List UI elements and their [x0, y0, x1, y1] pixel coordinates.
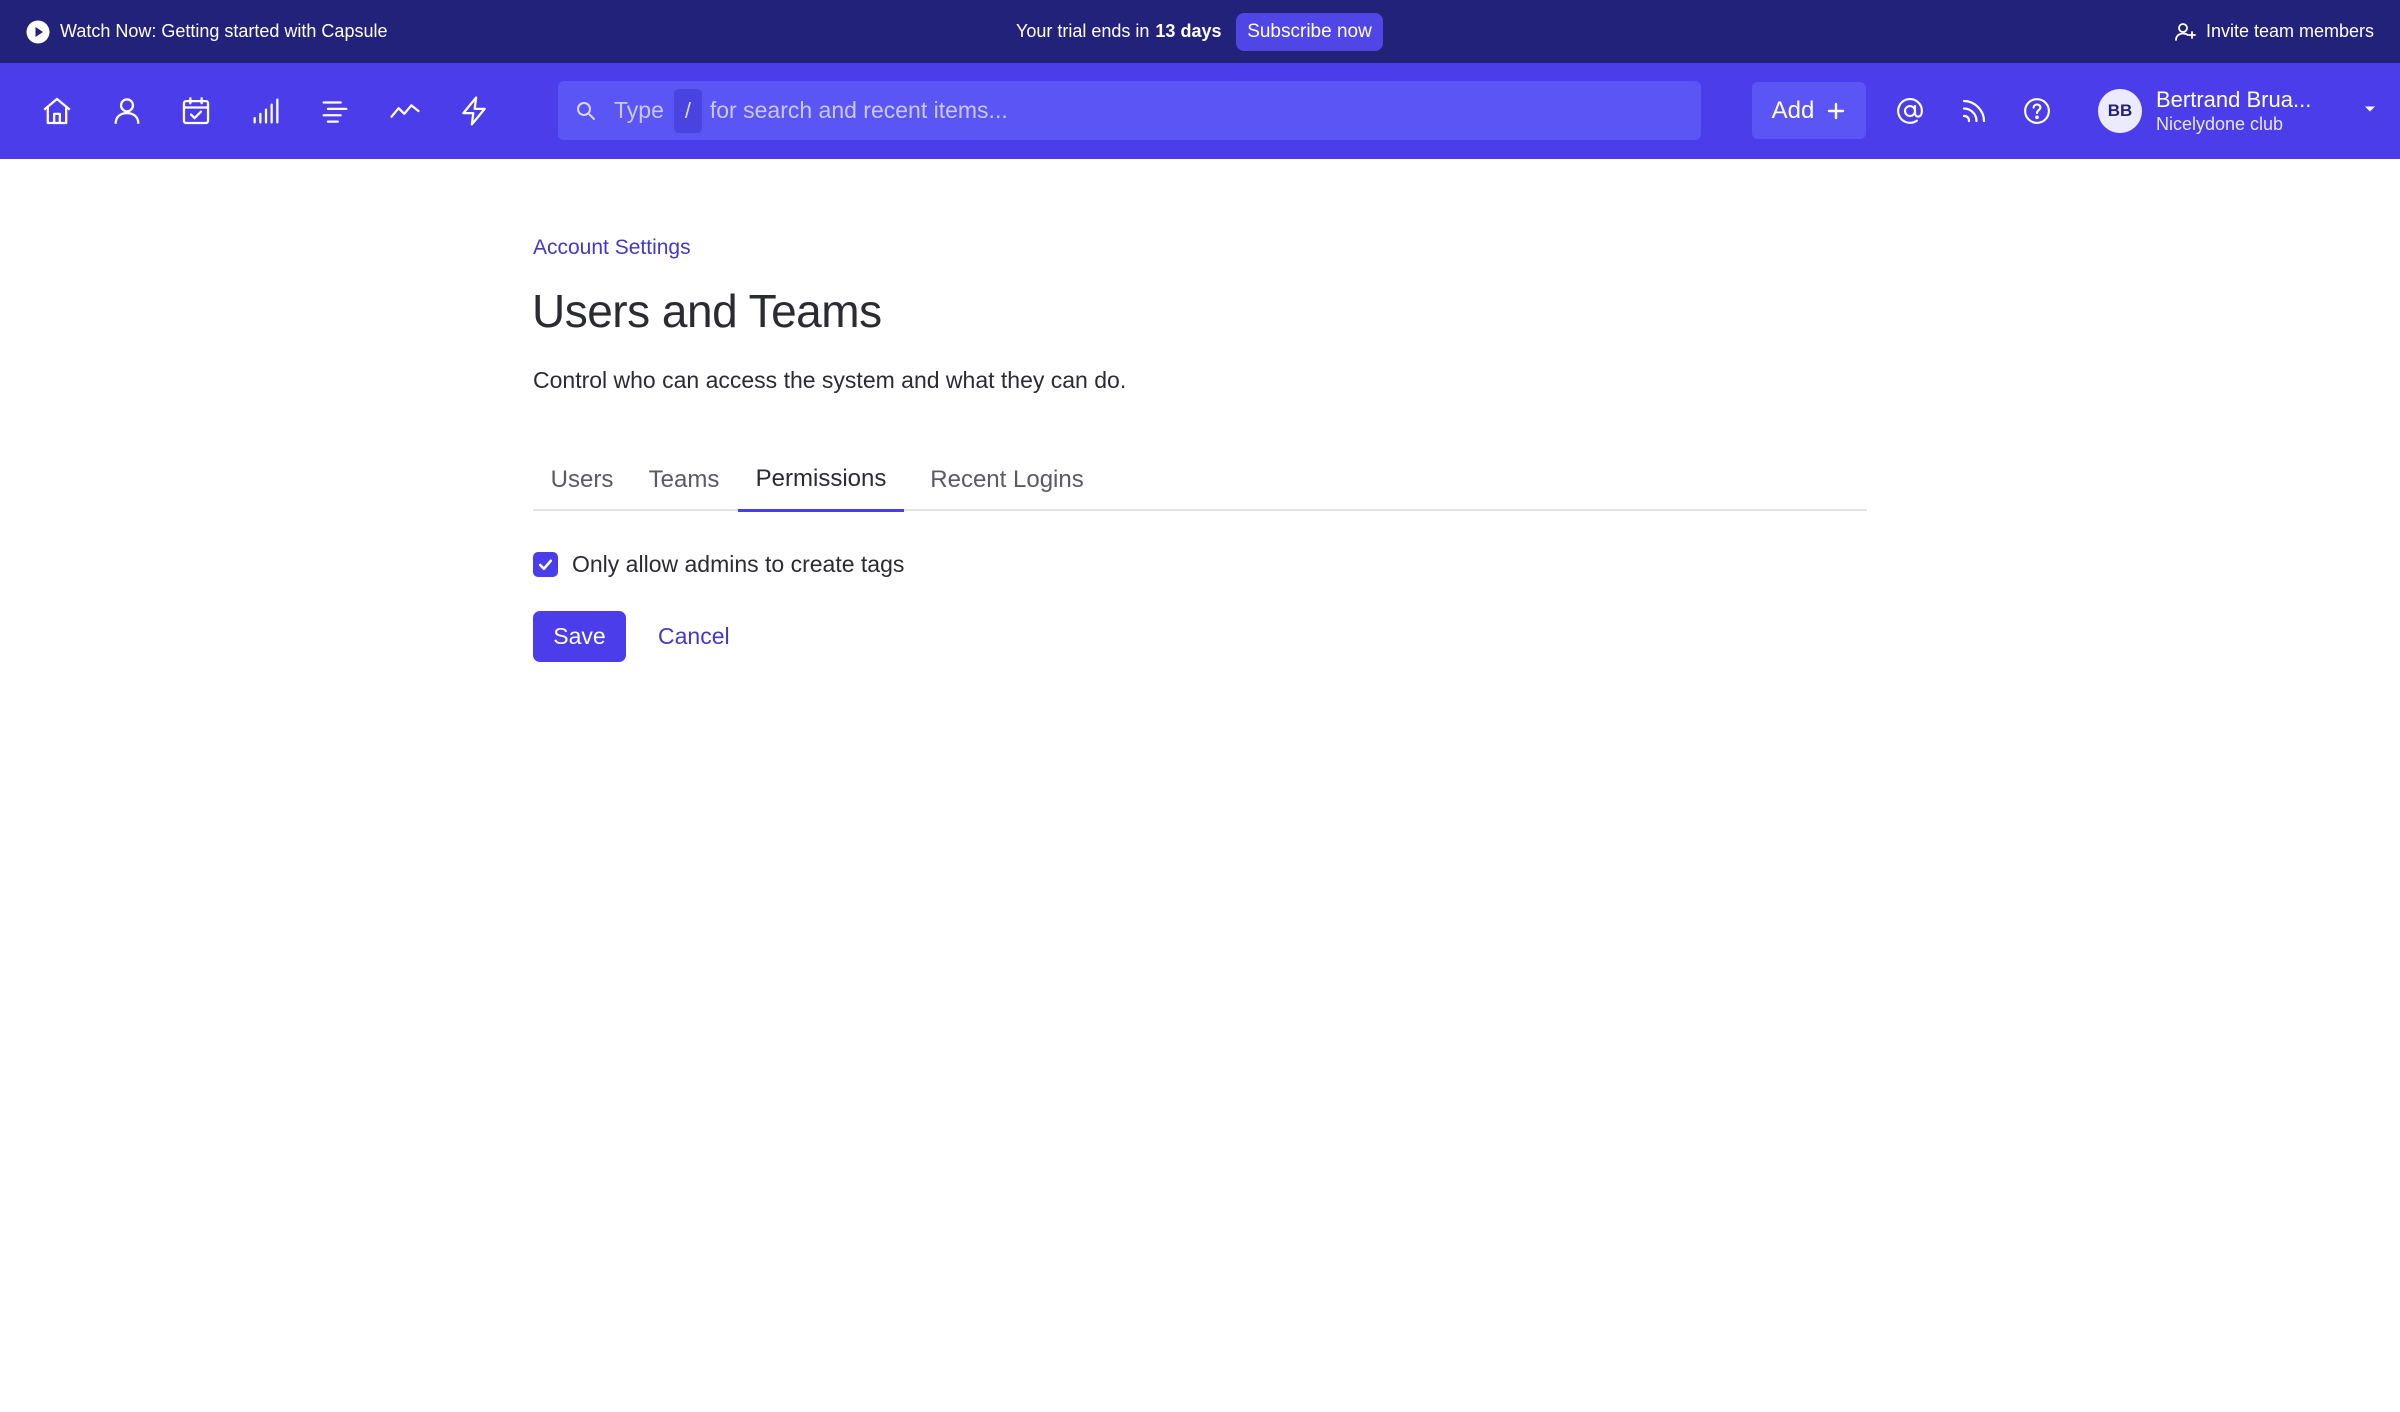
tab-users[interactable]: Users: [533, 448, 631, 511]
nav-projects-button[interactable]: [314, 90, 356, 132]
nav-calendar-button[interactable]: [175, 90, 217, 132]
search-icon: [574, 99, 598, 123]
page-subtitle: Control who can access the system and wh…: [533, 367, 1127, 393]
user-info: Bertrand Brua... Nicelydone club: [2156, 87, 2311, 135]
trial-prefix: Your trial ends in: [1016, 21, 1150, 41]
nav-home-button[interactable]: [36, 90, 78, 132]
nav-workflow-button[interactable]: [453, 90, 495, 132]
add-label: Add: [1771, 96, 1815, 124]
subscribe-button[interactable]: Subscribe now: [1236, 13, 1383, 51]
trial-notice: Your trial ends in 13 days: [1016, 0, 1221, 63]
admin-tags-permission: Only allow admins to create tags: [533, 549, 904, 579]
chevron-down-icon: [2362, 101, 2378, 117]
invite-team-members-button[interactable]: Invite team members: [2173, 0, 2374, 63]
avatar: BB: [2098, 89, 2142, 133]
settings-tabs: Users Teams Permissions Recent Logins: [533, 448, 1867, 512]
search-prefix: Type: [614, 97, 664, 123]
user-menu[interactable]: BB Bertrand Brua... Nicelydone club: [2098, 77, 2378, 145]
search-bar[interactable]: Type / for search and recent items...: [558, 81, 1701, 140]
calendar-check-icon: [179, 94, 213, 128]
watch-now-link[interactable]: Watch Now: Getting started with Capsule: [26, 0, 387, 63]
user-org: Nicelydone club: [2156, 114, 2284, 134]
mentions-button[interactable]: [1889, 90, 1931, 132]
bar-chart-icon: [249, 94, 283, 128]
at-sign-icon: [1895, 96, 1925, 126]
tab-permissions[interactable]: Permissions: [738, 448, 904, 512]
watch-now-label: Watch Now: Getting started with Capsule: [60, 21, 388, 41]
nav-reports-button[interactable]: [384, 90, 426, 132]
user-name: Bertrand Brua...: [2156, 87, 2312, 112]
trial-days: 13 days: [1155, 21, 1222, 41]
tab-recent-logins[interactable]: Recent Logins: [909, 448, 1105, 511]
admin-tags-checkbox[interactable]: [533, 551, 558, 577]
invite-label: Invite team members: [2205, 21, 2374, 41]
admin-tags-label: Only allow admins to create tags: [572, 550, 905, 577]
nav-pipeline-button[interactable]: [245, 90, 287, 132]
plus-icon: [1826, 101, 1846, 121]
rss-feed-icon: [1959, 96, 1989, 126]
nav-people-button[interactable]: [106, 90, 148, 132]
search-shortcut-key: /: [673, 88, 702, 133]
help-button[interactable]: [2016, 90, 2058, 132]
page-title: Users and Teams: [532, 285, 882, 337]
activity-icon: [388, 94, 422, 128]
cancel-button[interactable]: Cancel: [658, 611, 730, 662]
add-button[interactable]: Add: [1752, 82, 1866, 139]
play-icon: [26, 20, 50, 44]
list-icon: [318, 94, 352, 128]
search-placeholder: for search and recent items...: [709, 97, 1008, 123]
lightning-icon: [457, 94, 491, 128]
main-navbar: Type / for search and recent items... Ad…: [0, 63, 2400, 159]
tab-teams[interactable]: Teams: [635, 448, 733, 511]
add-user-icon: [2173, 20, 2197, 44]
person-icon: [110, 94, 144, 128]
save-button[interactable]: Save: [533, 611, 626, 662]
breadcrumb-account-settings[interactable]: Account Settings: [533, 236, 691, 260]
help-icon: [2022, 96, 2052, 126]
checkmark-icon: [537, 556, 554, 573]
top-banner: Watch Now: Getting started with Capsule …: [0, 0, 2400, 63]
home-icon: [40, 94, 74, 128]
activity-feed-button[interactable]: [1953, 90, 1995, 132]
